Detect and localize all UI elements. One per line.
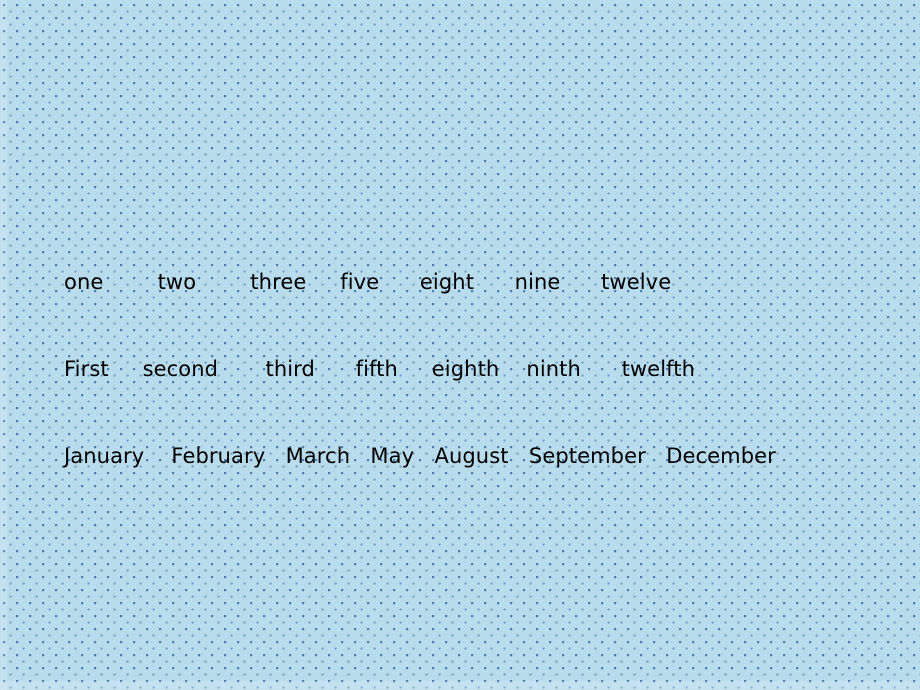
row-spacer-1 — [64, 297, 864, 355]
word-row-ordinal-numbers: First second third fifth eighth ninth tw… — [64, 357, 696, 381]
word-row-months: January February March May August Septem… — [64, 444, 776, 468]
row-spacer-2 — [64, 384, 864, 442]
slide-canvas: one two three five eight nine twelve Fir… — [0, 0, 920, 690]
bottom-edge-highlight — [0, 681, 920, 690]
word-list-block: one two three five eight nine twelve Fir… — [64, 268, 864, 471]
left-edge-highlight — [0, 0, 7, 690]
word-row-cardinal-numbers: one two three five eight nine twelve — [64, 270, 672, 294]
